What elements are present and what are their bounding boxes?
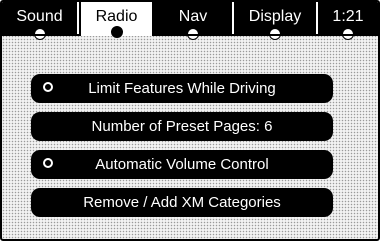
tab-display-label: Display [248,8,302,25]
xm-categories-button[interactable]: Remove / Add XM Categories [31,188,333,217]
tab-bar: Sound Radio Nav Display 1:21 [2,2,378,40]
clock-label: 1:21 [332,8,364,25]
auto-volume-button[interactable]: Automatic Volume Control [31,150,333,179]
tab-display[interactable]: Display [234,2,318,40]
tab-clock[interactable]: 1:21 [318,2,378,40]
tab-nav[interactable]: Nav [154,2,234,40]
limit-features-button[interactable]: Limit Features While Driving [31,74,333,103]
tab-sound-label: Sound [16,8,63,25]
tab-radio-indicator [110,26,123,38]
auto-volume-label: Automatic Volume Control [95,156,269,173]
tab-radio[interactable]: Radio [79,2,154,38]
tab-nav-label: Nav [178,8,208,25]
preset-pages-label: Number of Preset Pages: 6 [91,118,273,135]
limit-features-label: Limit Features While Driving [88,80,276,97]
radio-indicator-icon [43,82,53,92]
radio-settings-screen: Sound Radio Nav Display 1:21 Limit Featu… [0,0,380,241]
radio-indicator-icon [43,158,53,168]
xm-categories-label: Remove / Add XM Categories [83,194,281,211]
tab-sound[interactable]: Sound [2,2,79,40]
tab-bar-divider [2,34,378,36]
tab-radio-label: Radio [95,8,138,25]
preset-pages-button[interactable]: Number of Preset Pages: 6 [31,112,333,141]
